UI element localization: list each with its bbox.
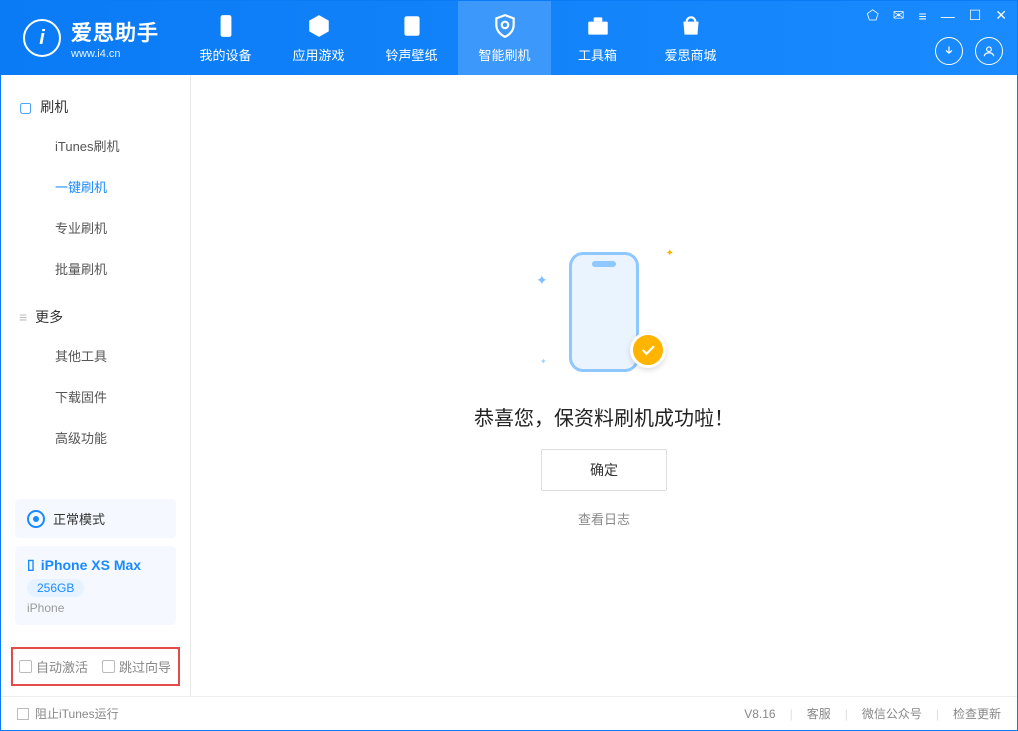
sparkle-icon: ✦ — [536, 272, 548, 289]
mode-label: 正常模式 — [53, 509, 105, 528]
app-window: i 爱思助手 www.i4.cn 我的设备 应用游戏 铃声壁纸 智能刷机 — [0, 0, 1018, 731]
toolbox-icon — [585, 13, 611, 39]
tab-my-device[interactable]: 我的设备 — [179, 1, 272, 75]
wechat-link[interactable]: 微信公众号 — [862, 705, 922, 722]
separator: | — [936, 707, 939, 721]
checkbox-icon — [19, 660, 32, 673]
download-button[interactable] — [935, 37, 963, 65]
view-log-link[interactable]: 查看日志 — [578, 509, 630, 528]
phone-icon — [569, 252, 639, 372]
sparkle-icon: ✦ — [666, 248, 674, 259]
status-bar: 阻止iTunes运行 V8.16 | 客服 | 微信公众号 | 检查更新 — [1, 696, 1017, 730]
separator: | — [845, 707, 848, 721]
nav-section-title: 更多 — [35, 307, 63, 327]
customer-service-link[interactable]: 客服 — [807, 705, 831, 722]
block-itunes-label: 阻止iTunes运行 — [35, 705, 119, 722]
list-icon: ≡ — [19, 309, 27, 325]
device-name-text: iPhone XS Max — [41, 557, 141, 573]
checkbox-icon — [17, 708, 29, 720]
close-button[interactable]: ✕ — [995, 7, 1007, 24]
menu-icon[interactable]: ≡ — [919, 8, 927, 24]
nav-item-advanced[interactable]: 高级功能 — [1, 417, 190, 458]
tab-store[interactable]: 爱思商城 — [644, 1, 737, 75]
nav-section-flash: ▢ 刷机 iTunes刷机 一键刷机 专业刷机 批量刷机 — [1, 89, 190, 289]
tab-label: 智能刷机 — [478, 45, 530, 64]
tab-label: 铃声壁纸 — [385, 45, 437, 64]
device-type: iPhone — [27, 601, 164, 615]
phone-small-icon: ▯ — [27, 556, 35, 573]
skin-icon[interactable]: ⬠ — [867, 7, 879, 24]
window-controls-top: ⬠ ✉ ≡ — ☐ ✕ — [867, 7, 1007, 24]
body: ▢ 刷机 iTunes刷机 一键刷机 专业刷机 批量刷机 ≡ 更多 其他工具 下… — [1, 75, 1017, 696]
nav-header-flash: ▢ 刷机 — [1, 89, 190, 125]
block-itunes-option[interactable]: 阻止iTunes运行 — [17, 705, 119, 722]
user-button[interactable] — [975, 37, 1003, 65]
device-name: ▯ iPhone XS Max — [27, 556, 164, 573]
checkbox-icon — [102, 660, 115, 673]
check-badge-icon — [630, 332, 666, 368]
tab-ringtones[interactable]: 铃声壁纸 — [365, 1, 458, 75]
logo-cn: 爱思助手 — [71, 17, 159, 47]
tab-toolbox[interactable]: 工具箱 — [551, 1, 644, 75]
nav-section-more: ≡ 更多 其他工具 下载固件 高级功能 — [1, 299, 190, 458]
cube-icon — [306, 13, 332, 39]
nav-section-title: 刷机 — [40, 97, 68, 117]
check-update-link[interactable]: 检查更新 — [953, 705, 1001, 722]
user-icon — [982, 44, 996, 58]
nav: ▢ 刷机 iTunes刷机 一键刷机 专业刷机 批量刷机 ≡ 更多 其他工具 下… — [1, 75, 190, 489]
main-tabs: 我的设备 应用游戏 铃声壁纸 智能刷机 工具箱 爱思商城 — [179, 1, 737, 75]
logo-en: www.i4.cn — [71, 48, 159, 60]
phone-icon: ▢ — [19, 99, 32, 116]
device-info[interactable]: ▯ iPhone XS Max 256GB iPhone — [15, 546, 176, 625]
logo: i 爱思助手 www.i4.cn — [1, 1, 179, 75]
device-icon — [213, 13, 239, 39]
minimize-button[interactable]: — — [941, 8, 955, 24]
music-icon — [399, 13, 425, 39]
tab-label: 爱思商城 — [664, 45, 716, 64]
ok-button[interactable]: 确定 — [541, 449, 667, 491]
footer-left: 阻止iTunes运行 — [17, 705, 119, 722]
shield-icon — [492, 13, 518, 39]
nav-item-itunes-flash[interactable]: iTunes刷机 — [1, 125, 190, 166]
footer-right: V8.16 | 客服 | 微信公众号 | 检查更新 — [744, 705, 1001, 722]
main-content: ✦ ✦ ✦ 恭喜您，保资料刷机成功啦！ 确定 查看日志 — [191, 75, 1017, 696]
mode-icon — [27, 510, 45, 528]
nav-item-one-click-flash[interactable]: 一键刷机 — [1, 166, 190, 207]
option-label: 跳过向导 — [119, 657, 171, 676]
header-actions — [935, 37, 1003, 65]
sparkle-icon: ✦ — [540, 357, 547, 366]
bag-icon — [678, 13, 704, 39]
nav-item-other-tools[interactable]: 其他工具 — [1, 335, 190, 376]
title-bar: i 爱思助手 www.i4.cn 我的设备 应用游戏 铃声壁纸 智能刷机 — [1, 1, 1017, 75]
nav-header-more: ≡ 更多 — [1, 299, 190, 335]
sidebar: ▢ 刷机 iTunes刷机 一键刷机 专业刷机 批量刷机 ≡ 更多 其他工具 下… — [1, 75, 191, 696]
option-auto-activate[interactable]: 自动激活 — [19, 657, 88, 676]
device-panel: 正常模式 ▯ iPhone XS Max 256GB iPhone — [1, 489, 190, 643]
separator: | — [790, 707, 793, 721]
tab-apps[interactable]: 应用游戏 — [272, 1, 365, 75]
success-message: 恭喜您，保资料刷机成功啦！ — [474, 402, 734, 431]
logo-text: 爱思助手 www.i4.cn — [71, 17, 159, 60]
version-label[interactable]: V8.16 — [744, 707, 775, 721]
tab-label: 我的设备 — [199, 45, 251, 64]
nav-item-download-firmware[interactable]: 下载固件 — [1, 376, 190, 417]
option-label: 自动激活 — [36, 657, 88, 676]
tab-flash[interactable]: 智能刷机 — [458, 1, 551, 75]
nav-item-batch-flash[interactable]: 批量刷机 — [1, 248, 190, 289]
success-illustration: ✦ ✦ ✦ — [534, 244, 674, 384]
flash-options-highlight: 自动激活 跳过向导 — [11, 647, 180, 686]
feedback-icon[interactable]: ✉ — [893, 7, 905, 24]
tab-label: 应用游戏 — [292, 45, 344, 64]
tab-label: 工具箱 — [578, 45, 617, 64]
option-skip-guide[interactable]: 跳过向导 — [102, 657, 171, 676]
logo-icon: i — [23, 19, 61, 57]
download-icon — [942, 44, 956, 58]
device-capacity: 256GB — [27, 579, 84, 597]
maximize-button[interactable]: ☐ — [969, 7, 982, 24]
nav-item-pro-flash[interactable]: 专业刷机 — [1, 207, 190, 248]
device-mode[interactable]: 正常模式 — [15, 499, 176, 538]
